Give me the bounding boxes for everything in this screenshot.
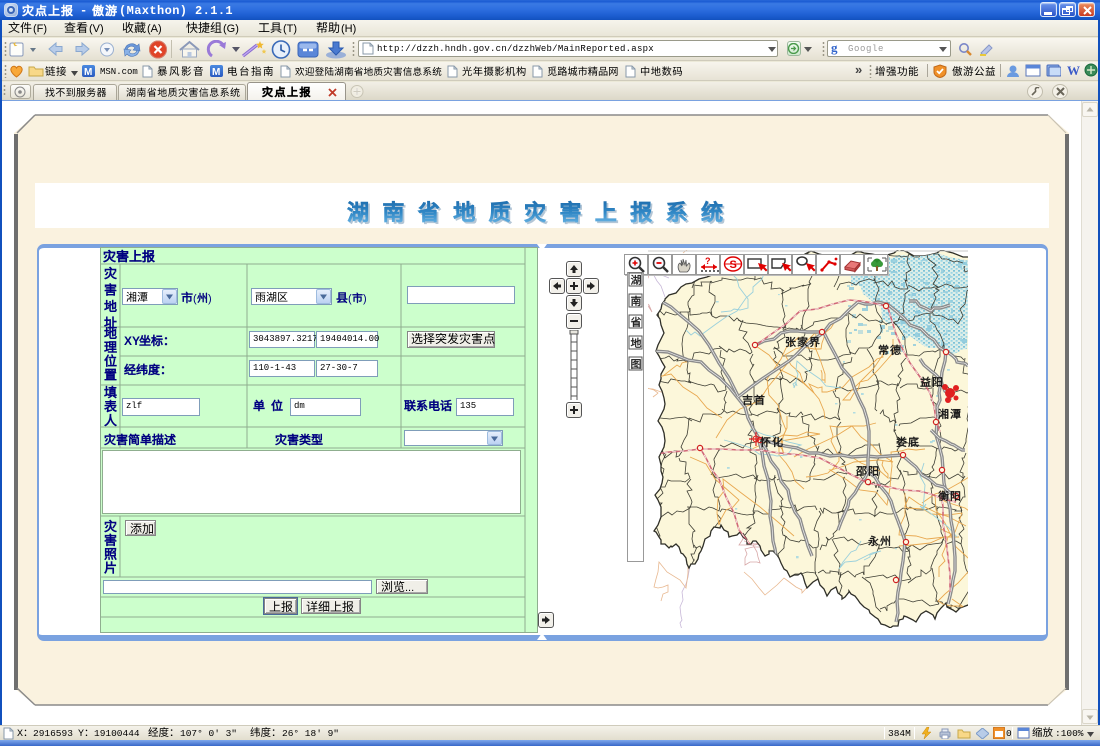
svg-text:?: ? — [705, 256, 711, 266]
svg-text:S: S — [730, 259, 737, 271]
